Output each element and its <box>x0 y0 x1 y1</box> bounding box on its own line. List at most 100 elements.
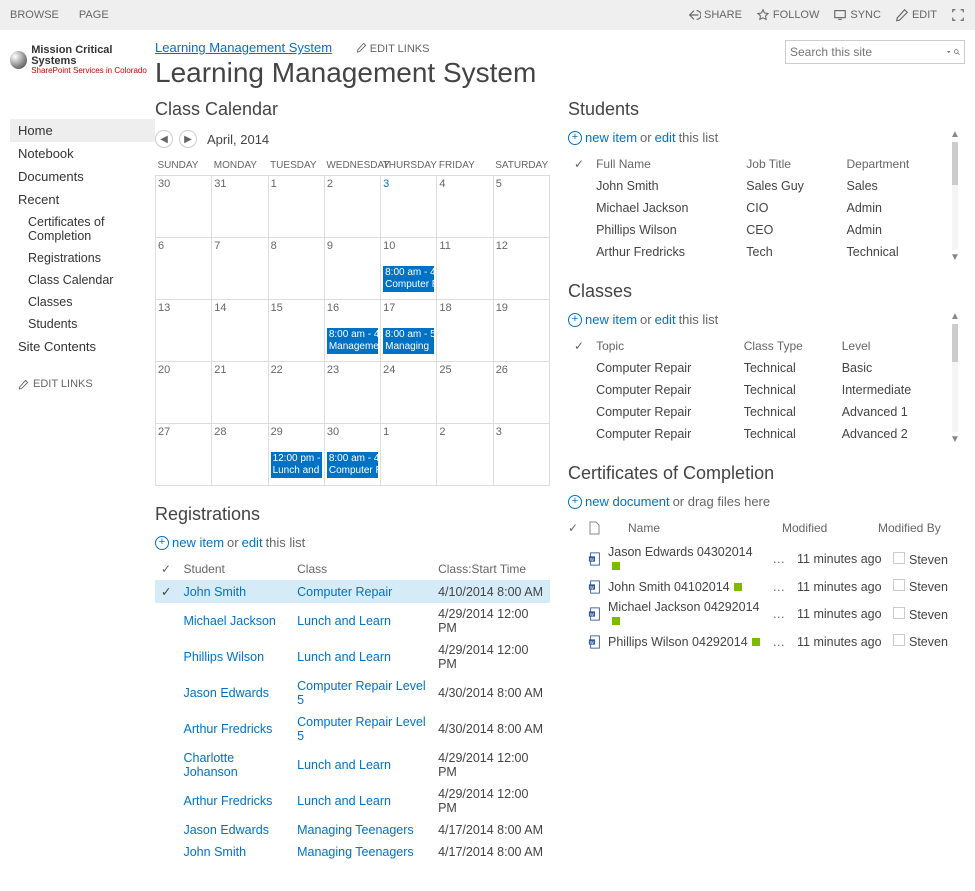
row-check[interactable] <box>155 675 177 711</box>
table-row[interactable]: Michael JacksonCIOAdmin <box>568 197 948 219</box>
cell[interactable]: Phillips Wilson <box>177 639 291 675</box>
cell[interactable]: Computer Repair Level 5 <box>291 675 432 711</box>
cell[interactable]: Lunch and Learn <box>291 783 432 819</box>
calendar-cell[interactable]: 1 <box>381 424 437 486</box>
calendar-cell[interactable]: 22 <box>268 362 324 424</box>
share-button[interactable]: SHARE <box>687 8 742 22</box>
item-menu-button[interactable]: … <box>767 552 792 566</box>
calendar-cell[interactable]: 9 <box>324 238 380 300</box>
row-check[interactable]: ✓ <box>155 580 177 603</box>
column-header[interactable]: Department <box>841 153 949 175</box>
row-check[interactable] <box>568 401 590 423</box>
calendar-cell[interactable]: 18 <box>437 300 493 362</box>
cell[interactable]: Jason Edwards <box>177 819 291 841</box>
row-check[interactable] <box>568 379 590 401</box>
calendar-event[interactable]: 12:00 pm -Lunch and L <box>271 452 322 478</box>
row-check[interactable] <box>155 819 177 841</box>
new-item-link[interactable]: new item <box>585 130 637 145</box>
document-row[interactable]: WJason Edwards 04302014…11 minutes agoSt… <box>568 542 948 576</box>
calendar-cell[interactable]: 19 <box>493 300 549 362</box>
table-row[interactable]: Charlotte JohansonLunch and Learn4/29/20… <box>155 747 550 783</box>
calendar-cell[interactable]: 26 <box>493 362 549 424</box>
column-header[interactable]: Class Type <box>738 335 836 357</box>
cell[interactable]: Lunch and Learn <box>291 747 432 783</box>
row-check[interactable] <box>568 423 590 445</box>
calendar-cell[interactable]: 30 <box>156 176 212 238</box>
calendar-cell[interactable]: 308:00 am - 4:0Computer Re <box>324 424 380 486</box>
document-name[interactable]: Phillips Wilson 04292014 <box>608 635 761 649</box>
sync-button[interactable]: SYNC <box>833 8 881 22</box>
calendar-cell[interactable]: 31 <box>212 176 268 238</box>
cell[interactable]: Arthur Fredricks <box>177 711 291 747</box>
follow-button[interactable]: FOLLOW <box>756 8 819 22</box>
calendar-cell[interactable]: 21 <box>212 362 268 424</box>
calendar-cell[interactable]: 14 <box>212 300 268 362</box>
cell[interactable]: Arthur Fredricks <box>177 783 291 819</box>
search-box[interactable] <box>785 40 965 64</box>
item-menu-button[interactable]: … <box>767 580 792 594</box>
edit-links-nav[interactable]: EDIT LINKS <box>10 378 155 390</box>
row-check[interactable] <box>568 357 590 379</box>
table-row[interactable]: Michael JacksonLunch and Learn4/29/2014 … <box>155 603 550 639</box>
edit-button[interactable]: EDIT <box>895 8 937 22</box>
table-row[interactable]: John SmithSales GuySales <box>568 175 948 197</box>
select-all[interactable]: ✓ <box>568 153 590 175</box>
cell[interactable]: Lunch and Learn <box>291 639 432 675</box>
row-check[interactable] <box>155 603 177 639</box>
table-row[interactable]: Computer RepairTechnicalAdvanced 1 <box>568 401 948 423</box>
scrollbar[interactable]: ▲▼ <box>950 311 960 445</box>
nav-item[interactable]: Recent <box>10 188 155 211</box>
scrollbar[interactable]: ▲▼ <box>950 129 960 263</box>
column-header[interactable]: Student <box>177 558 291 580</box>
table-row[interactable]: John SmithManaging Teenagers4/17/2014 8:… <box>155 841 550 863</box>
document-name[interactable]: Jason Edwards 04302014 <box>608 545 761 573</box>
nav-item[interactable]: Class Calendar <box>10 269 155 291</box>
calendar-cell[interactable]: 178:00 am - 5:Managing <box>381 300 437 362</box>
table-row[interactable]: Phillips WilsonLunch and Learn4/29/2014 … <box>155 639 550 675</box>
plus-icon[interactable]: + <box>568 313 582 327</box>
search-input[interactable] <box>790 45 945 59</box>
cell[interactable]: Computer Repair Level 5 <box>291 711 432 747</box>
calendar-cell[interactable]: 27 <box>156 424 212 486</box>
column-header[interactable]: Job Title <box>740 153 840 175</box>
document-row[interactable]: WJohn Smith 04102014…11 minutes agoSteve… <box>568 576 948 597</box>
row-check[interactable] <box>568 197 590 219</box>
calendar-cell[interactable]: 2 <box>324 176 380 238</box>
cell[interactable]: John Smith <box>177 580 291 603</box>
cell[interactable]: Managing Teenagers <box>291 841 432 863</box>
row-check[interactable] <box>568 241 590 263</box>
row-check[interactable] <box>568 175 590 197</box>
table-row[interactable]: Jason EdwardsManaging Teenagers4/17/2014… <box>155 819 550 841</box>
plus-icon[interactable]: + <box>568 131 582 145</box>
calendar-cell[interactable]: 7 <box>212 238 268 300</box>
calendar-cell[interactable]: 12 <box>493 238 549 300</box>
calendar-grid[interactable]: SUNDAYMONDAYTUESDAYWEDNESDAYTHURSDAYFRID… <box>155 156 550 486</box>
calendar-cell[interactable]: 11 <box>437 238 493 300</box>
cell[interactable]: Managing Teenagers <box>291 819 432 841</box>
ribbon-tab-browse[interactable]: BROWSE <box>10 9 59 21</box>
site-logo[interactable]: Mission Critical SystemsSharePoint Servi… <box>10 40 155 89</box>
cell[interactable]: Computer Repair <box>291 580 432 603</box>
calendar-cell[interactable]: 108:00 am - 4:Computer R <box>381 238 437 300</box>
calendar-cell[interactable]: 24 <box>381 362 437 424</box>
cell[interactable]: Michael Jackson <box>177 603 291 639</box>
calendar-cell[interactable]: 2912:00 pm -Lunch and L <box>268 424 324 486</box>
item-menu-button[interactable]: … <box>767 607 792 621</box>
nav-item[interactable]: Documents <box>10 165 155 188</box>
table-row[interactable]: Arthur FredricksTechTechnical <box>568 241 948 263</box>
edit-list-link[interactable]: edit <box>242 535 263 550</box>
row-check[interactable] <box>155 841 177 863</box>
breadcrumb[interactable]: Learning Management System <box>155 40 332 55</box>
table-row[interactable]: Jason EdwardsComputer Repair Level 54/30… <box>155 675 550 711</box>
calendar-event[interactable]: 8:00 am - 4:0Management <box>327 328 378 354</box>
table-row[interactable]: ✓John SmithComputer Repair4/10/2014 8:00… <box>155 580 550 603</box>
table-row[interactable]: Computer RepairTechnicalAdvanced 2 <box>568 423 948 445</box>
edit-list-link[interactable]: edit <box>655 312 676 327</box>
calendar-cell[interactable]: 28 <box>212 424 268 486</box>
document-row[interactable]: WMichael Jackson 04292014…11 minutes ago… <box>568 597 948 631</box>
edit-list-link[interactable]: edit <box>655 130 676 145</box>
edit-links-top[interactable]: EDIT LINKS <box>356 43 430 55</box>
table-row[interactable]: Arthur FredricksLunch and Learn4/29/2014… <box>155 783 550 819</box>
column-header[interactable]: Level <box>836 335 948 357</box>
table-row[interactable]: Phillips WilsonCEOAdmin <box>568 219 948 241</box>
